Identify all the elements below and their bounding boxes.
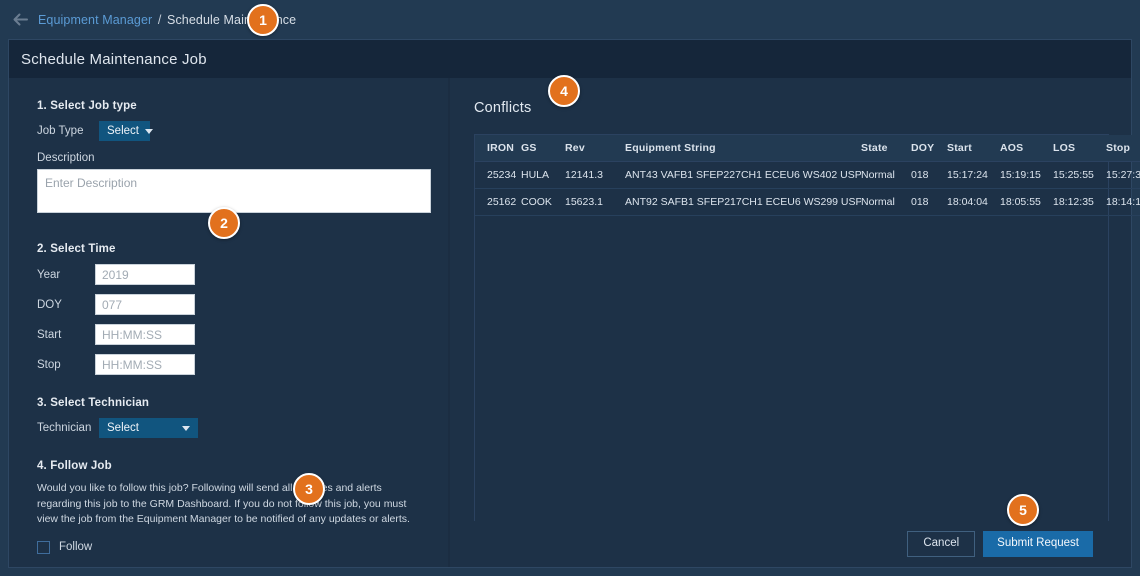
- cell-state: Normal: [861, 161, 911, 189]
- breadcrumb-bar: Equipment Manager / Schedule Maintenance: [0, 0, 1140, 39]
- step3-section: 3. Select Technician Technician Select: [37, 397, 450, 438]
- cell-aos: 15:19:15: [1000, 161, 1053, 189]
- year-row: Year: [37, 264, 450, 285]
- doy-row: DOY: [37, 294, 450, 315]
- year-label: Year: [37, 268, 61, 281]
- stop-row: Stop: [37, 354, 450, 375]
- step2-heading: 2. Select Time: [37, 243, 116, 255]
- cell-start: 18:04:04: [947, 188, 1000, 216]
- card-body: 1. Select Job type Job Type Select Descr…: [9, 78, 1140, 567]
- cell-aos: 18:05:55: [1000, 188, 1053, 216]
- year-input[interactable]: [95, 264, 195, 285]
- start-row: Start: [37, 324, 450, 345]
- follow-checkbox-label: Follow: [59, 541, 93, 554]
- cell-gs: COOK: [521, 188, 565, 216]
- cell-los: 15:25:55: [1053, 161, 1106, 189]
- step2-section: 2. Select Time Year DOY Start Stop: [37, 243, 450, 375]
- annotation-marker-3: 3: [293, 473, 325, 505]
- step3-heading: 3. Select Technician: [37, 397, 150, 409]
- breadcrumb-separator: /: [157, 12, 162, 27]
- table-header-row: IRON GS Rev Equipment String State DOY S…: [475, 135, 1140, 162]
- cell-gs: HULA: [521, 161, 565, 189]
- follow-checkbox[interactable]: [37, 540, 50, 554]
- follow-description: Would you like to follow this job? Follo…: [37, 482, 410, 526]
- job-type-label: Job Type: [37, 125, 84, 137]
- breadcrumb-link-parent[interactable]: Equipment Manager: [38, 13, 152, 27]
- annotation-marker-1: 1: [247, 4, 279, 36]
- cancel-button[interactable]: Cancel: [907, 531, 976, 557]
- form-pane: 1. Select Job type Job Type Select Descr…: [9, 78, 450, 567]
- column-header-iron[interactable]: IRON: [475, 135, 521, 162]
- schedule-maintenance-card: Schedule Maintenance Job 1. Select Job t…: [8, 39, 1140, 568]
- submit-request-button[interactable]: Submit Request: [983, 531, 1093, 557]
- cell-iron: 25162: [475, 188, 521, 216]
- table-row[interactable]: 25162 COOK 15623.1 ANT92 SAFB1 SFEP217CH…: [475, 188, 1140, 216]
- cell-equipment-string: ANT92 SAFB1 SFEP217CH1 ECEU6 WS299 USP43…: [625, 188, 861, 216]
- doy-input[interactable]: [95, 294, 195, 315]
- column-header-start[interactable]: Start: [947, 135, 1000, 162]
- step4-heading: 4. Follow Job: [37, 460, 112, 472]
- technician-select[interactable]: Select: [99, 418, 198, 438]
- doy-label: DOY: [37, 298, 62, 311]
- chevron-down-icon: [182, 425, 190, 431]
- column-header-gs[interactable]: GS: [521, 135, 565, 162]
- cell-stop: 15:27:36: [1106, 161, 1140, 189]
- cell-start: 15:17:24: [947, 161, 1000, 189]
- column-header-equipment-string[interactable]: Equipment String: [625, 135, 861, 162]
- cell-doy: 018: [911, 161, 947, 189]
- step4-section: 4. Follow Job Would you like to follow t…: [37, 460, 450, 567]
- technician-label: Technician: [37, 422, 92, 434]
- column-header-aos[interactable]: AOS: [1000, 135, 1053, 162]
- cell-state: Normal: [861, 188, 911, 216]
- column-header-stop[interactable]: Stop: [1106, 135, 1140, 162]
- description-label: Description: [37, 152, 95, 164]
- technician-row: Technician Select: [37, 418, 450, 438]
- conflicts-table: IRON GS Rev Equipment String State DOY S…: [475, 135, 1140, 216]
- conflicts-pane: Conflicts IRON GS Rev Equipment String S…: [450, 78, 1140, 567]
- chevron-down-icon: [144, 128, 153, 134]
- app-root: Equipment Manager / Schedule Maintenance…: [0, 0, 1140, 576]
- column-header-doy[interactable]: DOY: [911, 135, 947, 162]
- start-label: Start: [37, 328, 62, 341]
- job-type-value: Select: [107, 125, 139, 137]
- annotation-marker-4: 4: [548, 75, 580, 107]
- job-type-row: Job Type Select: [37, 121, 450, 141]
- cell-iron: 25234: [475, 161, 521, 189]
- column-header-los[interactable]: LOS: [1053, 135, 1106, 162]
- column-header-rev[interactable]: Rev: [565, 135, 625, 162]
- stop-label: Stop: [37, 358, 61, 371]
- start-input[interactable]: [95, 324, 195, 345]
- cell-stop: 18:14:16: [1106, 188, 1140, 216]
- footer-actions: Cancel Submit Request: [474, 521, 1109, 567]
- cell-rev: 15623.1: [565, 188, 625, 216]
- description-input[interactable]: [37, 169, 431, 213]
- follow-row: Follow: [37, 540, 450, 554]
- back-arrow-icon[interactable]: [12, 11, 29, 28]
- conflicts-table-wrap: IRON GS Rev Equipment String State DOY S…: [474, 134, 1140, 521]
- cell-equipment-string: ANT43 VAFB1 SFEP227CH1 ECEU6 WS402 USP17…: [625, 161, 861, 189]
- technician-value: Select: [107, 422, 139, 434]
- cell-rev: 12141.3: [565, 161, 625, 189]
- page-title: Schedule Maintenance Job: [9, 40, 1131, 78]
- cell-doy: 018: [911, 188, 947, 216]
- step1-heading: 1. Select Job type: [37, 100, 137, 112]
- table-row[interactable]: 25234 HULA 12141.3 ANT43 VAFB1 SFEP227CH…: [475, 161, 1140, 189]
- column-header-state[interactable]: State: [861, 135, 911, 162]
- job-type-select[interactable]: Select: [99, 121, 153, 141]
- annotation-marker-5: 5: [1007, 494, 1039, 526]
- stop-input[interactable]: [95, 354, 195, 375]
- cell-los: 18:12:35: [1053, 188, 1106, 216]
- annotation-marker-2: 2: [208, 207, 240, 239]
